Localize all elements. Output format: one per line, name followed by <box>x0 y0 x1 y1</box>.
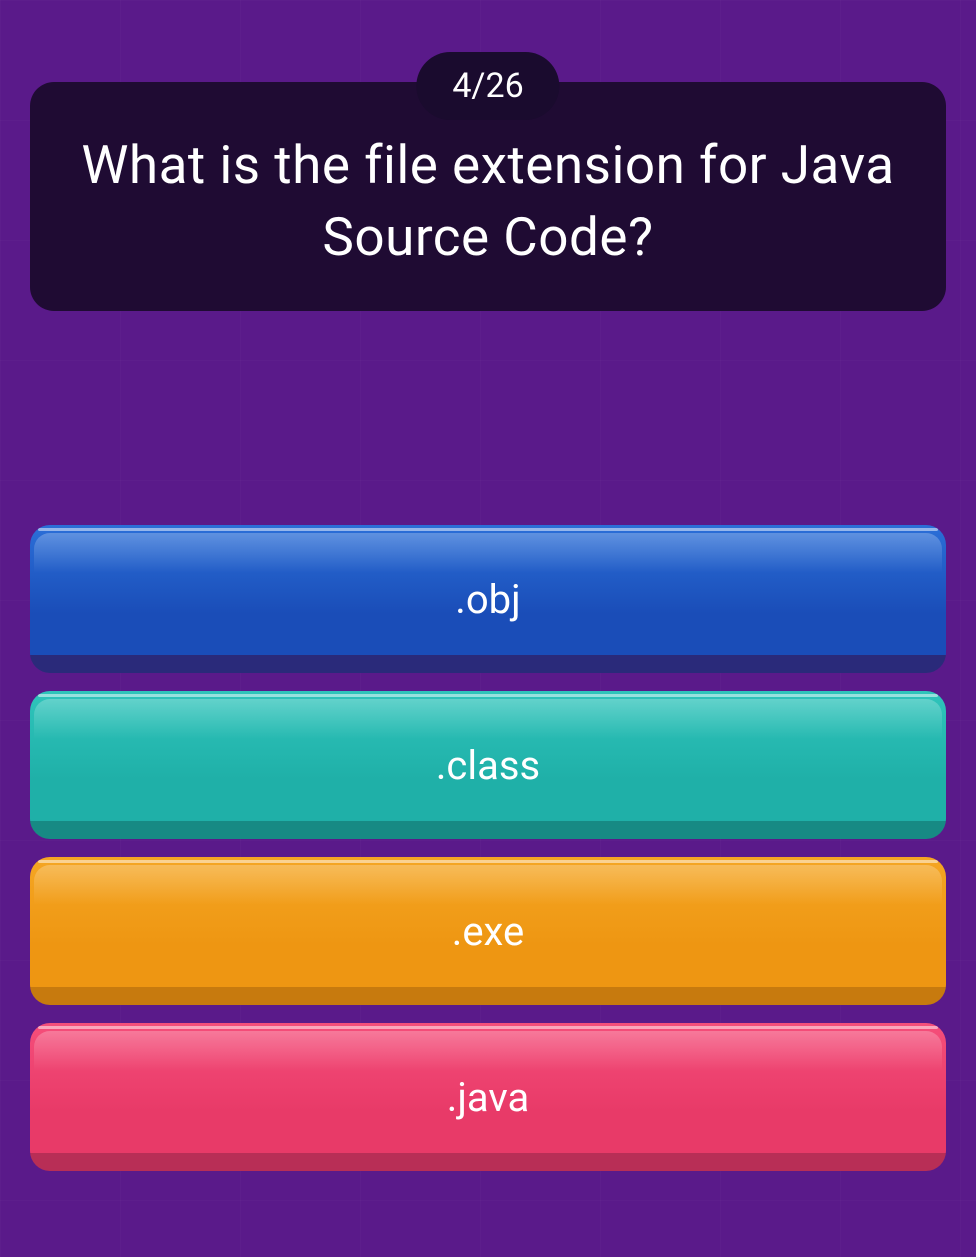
answer-label: .exe <box>452 908 524 955</box>
question-text: What is the file extension for Java Sour… <box>70 130 906 273</box>
answers-container: .obj .class .exe .java <box>30 525 946 1171</box>
answer-label: .obj <box>455 576 520 623</box>
answer-option-4[interactable]: .java <box>30 1023 946 1171</box>
answer-label: .class <box>436 742 540 789</box>
answer-option-3[interactable]: .exe <box>30 857 946 1005</box>
progress-counter: 4/26 <box>416 52 559 120</box>
answer-option-1[interactable]: .obj <box>30 525 946 673</box>
progress-label: 4/26 <box>452 66 523 106</box>
answer-label: .java <box>447 1074 529 1121</box>
answer-option-2[interactable]: .class <box>30 691 946 839</box>
